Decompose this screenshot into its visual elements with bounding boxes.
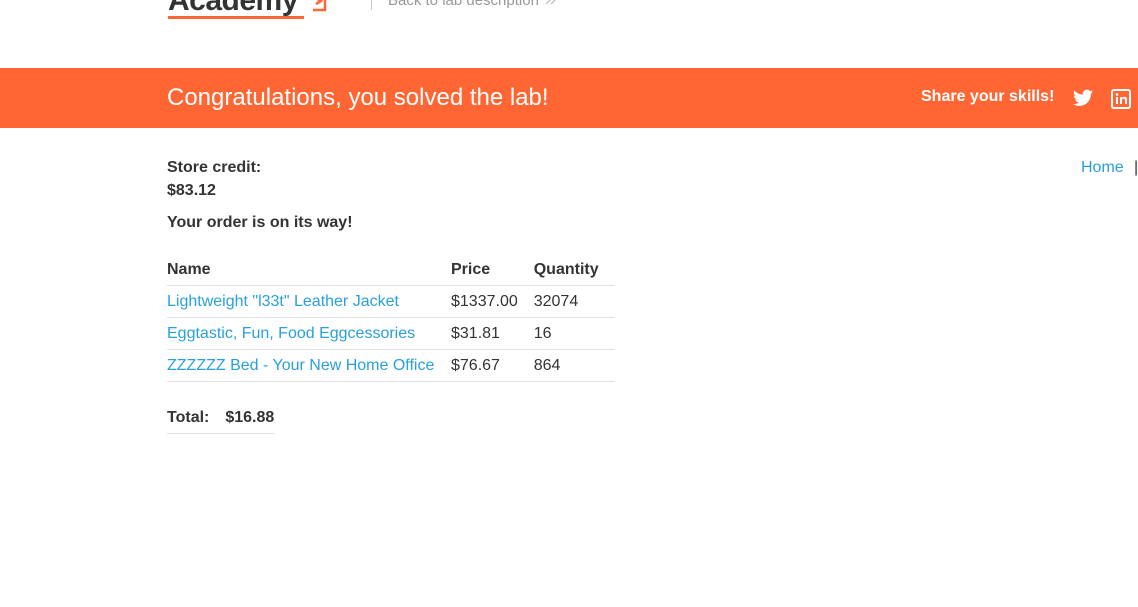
banner-title: Congratulations, you solved the lab! [167, 84, 549, 111]
quantity-cell: 32074 [533, 285, 615, 318]
table-header-row: Name Price Quantity [167, 255, 615, 286]
order-table: Name Price Quantity Lightweight "l33t" L… [167, 255, 615, 382]
product-name-cell: ZZZZZZ Bed - Your New Home Office [167, 349, 451, 382]
total-label: Total: [167, 403, 226, 434]
product-link[interactable]: Eggtastic, Fun, Food Eggcessories [167, 325, 415, 342]
product-name-cell: Eggtastic, Fun, Food Eggcessories [167, 317, 451, 350]
logo-mark-icon [310, 0, 330, 17]
store-credit-value: $83.12 [167, 182, 216, 199]
column-header-name: Name [167, 255, 451, 286]
quantity-cell: 864 [533, 349, 615, 382]
table-row: Eggtastic, Fun, Food Eggcessories $31.81… [167, 317, 615, 350]
price-cell: $76.67 [451, 349, 534, 382]
back-to-lab-link[interactable]: Back to lab description [388, 0, 557, 9]
table-row: Lightweight "l33t" Leather Jacket $1337.… [167, 285, 615, 318]
product-link[interactable]: Lightweight "l33t" Leather Jacket [167, 293, 399, 310]
solved-banner: Congratulations, you solved the lab! Sha… [0, 68, 1138, 128]
total-row: Total: $16.88 [167, 403, 275, 434]
academy-logo[interactable]: Academy [168, 0, 330, 19]
header-divider [371, 0, 372, 10]
back-link-label: Back to lab description [388, 0, 539, 9]
top-header: Academy Back to lab description [0, 0, 1138, 68]
nav-separator: | [1134, 159, 1138, 176]
home-link[interactable]: Home [1081, 159, 1124, 177]
total-value: $16.88 [225, 403, 275, 434]
column-header-quantity: Quantity [533, 255, 615, 286]
total-table: Total: $16.88 [167, 403, 275, 434]
double-chevron-icon [545, 0, 557, 9]
share-label: Share your skills! [921, 88, 1055, 105]
logo-text: Academy [168, 0, 304, 19]
table-row: ZZZZZZ Bed - Your New Home Office $76.67… [167, 349, 615, 382]
order-status-message: Your order is on its way! [167, 214, 353, 231]
price-cell: $31.81 [451, 317, 534, 350]
linkedin-icon[interactable] [1111, 89, 1131, 114]
product-name-cell: Lightweight "l33t" Leather Jacket [167, 285, 451, 318]
twitter-icon[interactable] [1073, 89, 1093, 112]
product-link[interactable]: ZZZZZZ Bed - Your New Home Office [167, 357, 434, 374]
price-cell: $1337.00 [451, 285, 534, 318]
store-credit-label: Store credit: [167, 159, 262, 176]
quantity-cell: 16 [533, 317, 615, 350]
column-header-price: Price [451, 255, 534, 286]
